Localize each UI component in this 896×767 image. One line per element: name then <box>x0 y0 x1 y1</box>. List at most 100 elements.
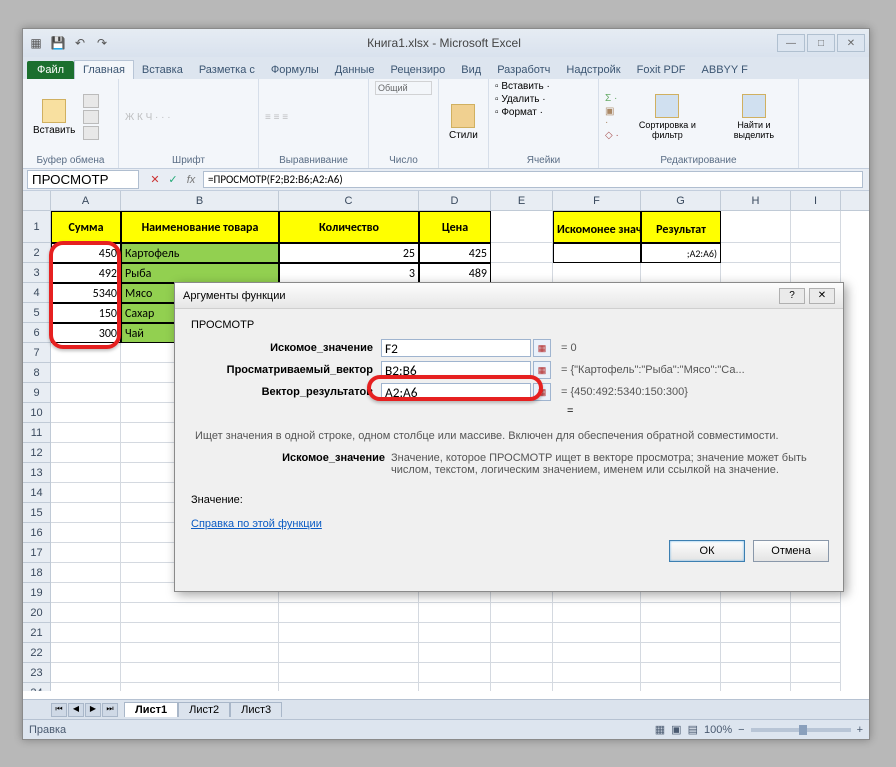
cell[interactable] <box>721 243 791 263</box>
tab-foxit[interactable]: Foxit PDF <box>629 61 694 79</box>
tab-developer[interactable]: Разработч <box>489 61 558 79</box>
formula-bar[interactable]: =ПРОСМОТР(F2;B2:B6;A2:A6) <box>203 171 863 188</box>
sheet-nav-first[interactable]: ⏮ <box>51 703 67 717</box>
cell[interactable] <box>491 211 553 243</box>
cell[interactable] <box>51 443 121 463</box>
redo-icon[interactable]: ↷ <box>93 34 111 52</box>
cell[interactable] <box>721 683 791 691</box>
tab-layout[interactable]: Разметка с <box>191 61 263 79</box>
cell[interactable] <box>553 603 641 623</box>
cell[interactable] <box>491 663 553 683</box>
row-header[interactable]: 20 <box>23 603 51 623</box>
cell[interactable] <box>553 243 641 263</box>
select-all-corner[interactable] <box>23 191 51 210</box>
fx-icon[interactable]: fx <box>183 172 199 188</box>
sheet-tab[interactable]: Лист1 <box>124 702 178 717</box>
cells-delete[interactable]: ▫ Удалить · <box>495 94 592 105</box>
row-header[interactable]: 8 <box>23 363 51 383</box>
enter-formula-icon[interactable]: ✓ <box>165 172 181 188</box>
cell[interactable] <box>721 603 791 623</box>
cell[interactable]: 5340 <box>51 283 121 303</box>
cell[interactable] <box>419 603 491 623</box>
tab-insert[interactable]: Вставка <box>134 61 191 79</box>
row-header[interactable]: 15 <box>23 503 51 523</box>
cell[interactable] <box>491 243 553 263</box>
view-normal-icon[interactable]: ▦ <box>655 723 665 736</box>
cell[interactable] <box>721 211 791 243</box>
cell[interactable] <box>279 623 419 643</box>
view-layout-icon[interactable]: ▣ <box>671 723 681 736</box>
cell[interactable] <box>641 263 721 283</box>
cell[interactable] <box>791 683 841 691</box>
cell[interactable] <box>791 623 841 643</box>
cell[interactable] <box>641 663 721 683</box>
row-header[interactable]: 22 <box>23 643 51 663</box>
col-header[interactable]: A <box>51 191 121 210</box>
cell[interactable] <box>51 543 121 563</box>
cell[interactable]: ;A2:A6) <box>641 243 721 263</box>
col-header[interactable]: H <box>721 191 791 210</box>
cell[interactable] <box>721 263 791 283</box>
cell[interactable] <box>491 623 553 643</box>
cell[interactable]: Количество <box>279 211 419 243</box>
cell[interactable]: 150 <box>51 303 121 323</box>
cell[interactable] <box>279 603 419 623</box>
cell[interactable]: Сумма <box>51 211 121 243</box>
row-header[interactable]: 2 <box>23 243 51 263</box>
cell[interactable] <box>121 663 279 683</box>
cell[interactable] <box>641 603 721 623</box>
col-header[interactable]: E <box>491 191 553 210</box>
cell[interactable] <box>491 643 553 663</box>
tab-addins[interactable]: Надстройк <box>558 61 628 79</box>
tab-data[interactable]: Данные <box>327 61 383 79</box>
cell[interactable] <box>121 623 279 643</box>
cells-insert[interactable]: ▫ Вставить · <box>495 81 592 92</box>
zoom-in[interactable]: + <box>857 724 863 736</box>
row-header[interactable]: 4 <box>23 283 51 303</box>
row-header[interactable]: 6 <box>23 323 51 343</box>
row-header[interactable]: 24 <box>23 683 51 691</box>
cell[interactable] <box>51 363 121 383</box>
row-header[interactable]: 10 <box>23 403 51 423</box>
cell[interactable] <box>791 263 841 283</box>
copy-icon[interactable] <box>83 110 99 124</box>
cell[interactable] <box>419 643 491 663</box>
save-icon[interactable]: 💾 <box>49 34 67 52</box>
cells-format[interactable]: ▫ Формат · <box>495 107 592 118</box>
cell[interactable]: 3 <box>279 263 419 283</box>
view-break-icon[interactable]: ▤ <box>688 723 698 736</box>
cell[interactable] <box>51 583 121 603</box>
minimize-button[interactable]: — <box>777 34 805 52</box>
cancel-button[interactable]: Отмена <box>753 540 829 562</box>
cell[interactable] <box>121 683 279 691</box>
cell[interactable] <box>641 623 721 643</box>
sheet-tab[interactable]: Лист3 <box>230 702 282 717</box>
zoom-level[interactable]: 100% <box>704 724 732 736</box>
cell[interactable] <box>51 683 121 691</box>
sheet-tab[interactable]: Лист2 <box>178 702 230 717</box>
dialog-close-icon[interactable]: ✕ <box>809 288 835 304</box>
col-header[interactable]: D <box>419 191 491 210</box>
find-select-button[interactable]: Найти и выделить <box>716 92 792 142</box>
arg-input[interactable] <box>381 361 531 379</box>
cell[interactable]: 300 <box>51 323 121 343</box>
cell[interactable] <box>279 683 419 691</box>
sheet-nav-last[interactable]: ⏭ <box>102 703 118 717</box>
cell[interactable] <box>279 643 419 663</box>
cell[interactable] <box>553 643 641 663</box>
cell[interactable] <box>51 563 121 583</box>
cut-icon[interactable] <box>83 94 99 108</box>
cell[interactable] <box>491 683 553 691</box>
refedit-icon[interactable]: ▦ <box>533 339 551 357</box>
cell[interactable] <box>553 683 641 691</box>
zoom-slider[interactable] <box>751 728 851 732</box>
cell[interactable] <box>791 243 841 263</box>
row-header[interactable]: 12 <box>23 443 51 463</box>
file-tab[interactable]: Файл <box>27 61 74 79</box>
cell[interactable] <box>641 683 721 691</box>
col-header[interactable]: F <box>553 191 641 210</box>
row-header[interactable]: 1 <box>23 211 51 243</box>
cell[interactable] <box>51 383 121 403</box>
cell[interactable]: 25 <box>279 243 419 263</box>
cancel-formula-icon[interactable]: ✕ <box>147 172 163 188</box>
